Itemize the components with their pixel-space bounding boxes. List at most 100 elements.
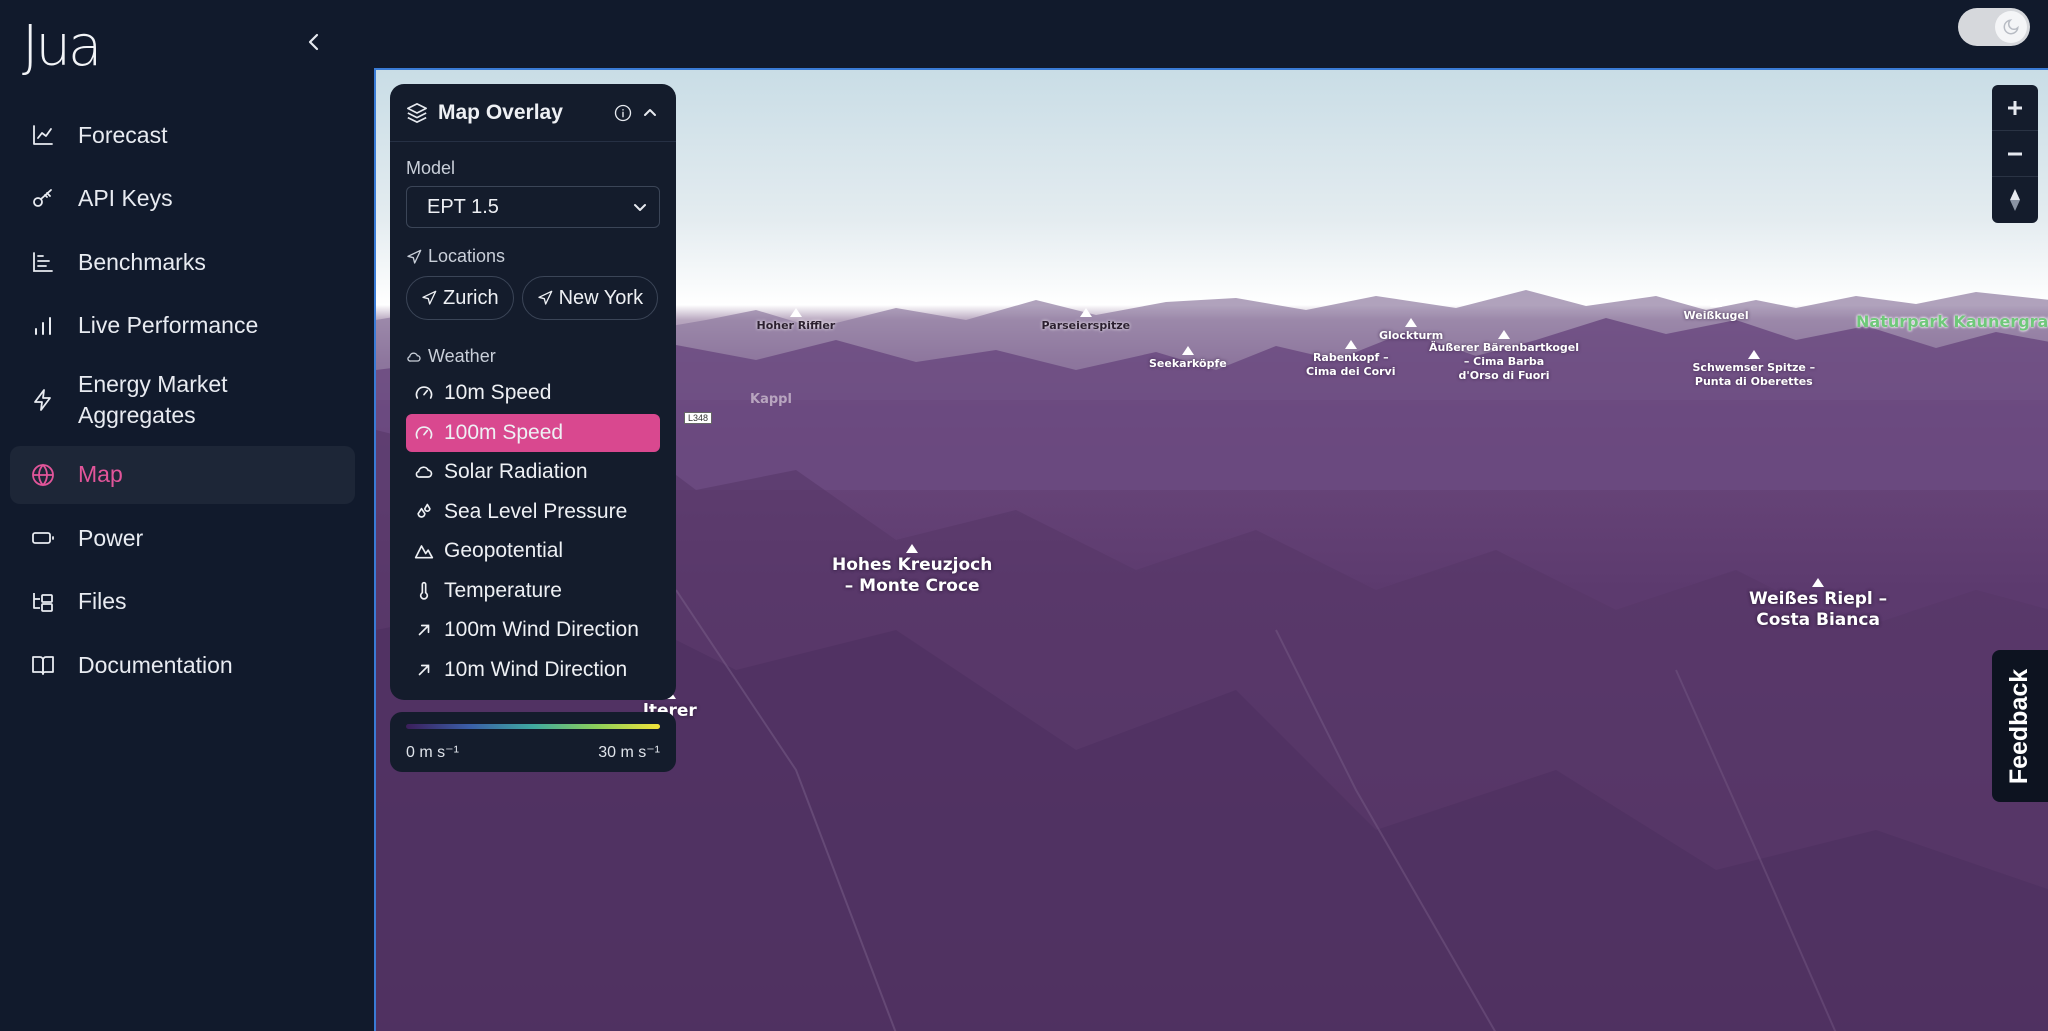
navigation-icon (407, 249, 422, 264)
sidebar-item-label: Documentation (78, 651, 233, 678)
location-label: Zurich (443, 286, 499, 309)
weather-item-label: Temperature (444, 578, 562, 602)
overlay-title: Map Overlay (438, 100, 563, 124)
weather-item-label: 100m Wind Direction (444, 618, 639, 641)
peak-icon (1405, 318, 1418, 327)
map-label-park: Naturpark Kaunergrat (1856, 312, 2048, 331)
model-select-value: EPT 1.5 (427, 195, 499, 218)
feedback-button[interactable]: Feedback (1992, 650, 2048, 802)
key-icon (30, 186, 56, 212)
color-legend: 0 m s⁻¹ 30 m s⁻¹ (390, 712, 676, 772)
feedback-label: Feedback (2005, 668, 2034, 784)
weather-item-solar-radiation[interactable]: Solar Radiation (406, 453, 660, 491)
sidebar-item-power[interactable]: Power (10, 509, 355, 567)
sidebar-item-label: Power (78, 524, 144, 551)
mountain-icon (414, 541, 434, 561)
location-button-zurich[interactable]: Zurich (406, 276, 514, 320)
weather-item-geopotential[interactable]: Geopotential (406, 532, 660, 570)
sidebar-item-label: API Keys (78, 185, 173, 211)
gauge-icon (414, 383, 434, 403)
sidebar-item-live-performance[interactable]: Live Performance (10, 297, 355, 355)
map-label-rabenkopf: Rabenkopf – Cima dei Corvi (1306, 340, 1396, 379)
sidebar-item-documentation[interactable]: Documentation (10, 636, 355, 694)
peak-icon (789, 308, 802, 317)
label-text: Hohes Kreuzjoch – Monte Croce (832, 555, 993, 597)
plus-icon (2008, 100, 2022, 115)
map-label-hoher-riffler: Hoher Riffler (756, 308, 836, 333)
chevron-up-icon[interactable] (642, 105, 658, 121)
weather-item-10m-speed[interactable]: 10m Speed (406, 374, 660, 412)
model-label: Model (406, 158, 456, 178)
gauge-icon (414, 423, 434, 443)
droplets-icon (414, 502, 434, 522)
app-logo[interactable]: Jua (22, 14, 102, 79)
peak-icon (1710, 298, 1723, 307)
peak-icon (1747, 350, 1760, 359)
weather-item-label: 100m Speed (444, 420, 564, 444)
sidebar-item-files[interactable]: Files (10, 573, 355, 631)
moon-icon (1995, 11, 2027, 43)
compass-button[interactable] (1992, 177, 2038, 223)
sidebar: Jua Forecast API Keys Benchmarks Live Pe… (0, 0, 372, 1031)
legend-min-label: 0 m s⁻¹ (406, 744, 459, 761)
map-label-parseierspitze: Parseierspitze (1041, 308, 1131, 333)
weather-item-label: Sea Level Pressure (444, 499, 628, 523)
weather-item-sea-level-pressure[interactable]: Sea Level Pressure (406, 493, 660, 531)
weather-item-100m-speed[interactable]: 100m Speed (406, 413, 660, 452)
sidebar-item-benchmarks[interactable]: Benchmarks (10, 233, 355, 291)
weather-item-temperature[interactable]: Temperature (406, 572, 660, 610)
weather-item-label: 10m Wind Direction (444, 657, 628, 681)
legend-max-label: 30 m s⁻¹ (598, 744, 660, 761)
globe-icon (30, 462, 56, 488)
thermometer-icon (414, 581, 434, 601)
zoom-out-button[interactable] (1992, 131, 2038, 177)
label-text: Weißkugel (1683, 309, 1749, 322)
weather-header: Weather (406, 346, 496, 367)
weather-item-10m-wind-direction[interactable]: 10m Wind Direction (406, 651, 660, 689)
overlay-header: Map Overlay (390, 84, 676, 142)
location-buttons: Zurich New York (406, 276, 659, 320)
sidebar-item-label: Files (78, 588, 127, 614)
peak-icon (906, 544, 919, 553)
peak-icon (1812, 578, 1825, 587)
map-label-hohes-kreuzjoch: Hohes Kreuzjoch – Monte Croce (832, 544, 992, 598)
zoom-in-button[interactable] (1992, 85, 2038, 131)
weather-item-label: Geopotential (444, 539, 564, 562)
folder-tree-icon (30, 589, 56, 615)
map-label-kappl: Kappl (750, 392, 792, 407)
chevron-down-icon (634, 204, 646, 211)
map-label-weisses-riepl: Weißes Riepl – Costa Bianca (1749, 578, 1887, 632)
peak-icon (1498, 330, 1511, 339)
collapse-sidebar-button[interactable] (300, 28, 328, 56)
label-text: Hoher Riffler (756, 319, 836, 332)
sidebar-item-api-keys[interactable]: API Keys (10, 170, 355, 228)
peak-icon (1181, 346, 1194, 355)
arrow-up-right-icon (414, 620, 434, 640)
cloud-icon (407, 352, 421, 362)
map-label-road: L348 (684, 412, 713, 424)
minus-icon (2008, 152, 2022, 155)
info-icon[interactable] (614, 104, 632, 122)
sidebar-item-label: Forecast (78, 121, 168, 148)
label-text: Parseierspitze (1041, 319, 1131, 332)
locations-header: Locations (406, 246, 505, 267)
weather-item-label: 10m Speed (444, 381, 552, 404)
sidebar-item-label: Live Performance (78, 312, 259, 338)
sidebar-item-forecast[interactable]: Forecast (10, 106, 355, 164)
sidebar-item-energy-market-aggregates[interactable]: Energy Market Aggregates (10, 360, 355, 440)
peak-icon (1079, 308, 1092, 317)
map-label-seekarkoepfe: Seekarköpfe (1149, 346, 1227, 371)
sidebar-nav: Forecast API Keys Benchmarks Live Perfor… (10, 106, 355, 700)
location-label: New York (558, 286, 644, 309)
cloud-icon (414, 462, 434, 482)
location-button-new-york[interactable]: New York (521, 276, 659, 320)
model-select[interactable]: EPT 1.5 (406, 186, 660, 228)
label-text: Seekarköpfe (1149, 357, 1227, 370)
book-icon (30, 652, 56, 678)
sidebar-item-label: Map (78, 461, 123, 487)
theme-toggle[interactable] (1958, 8, 2030, 46)
sidebar-item-map[interactable]: Map (10, 445, 355, 504)
lightning-icon (30, 387, 56, 413)
map-label-baerenbartkogel: Äußerer Bärenbartkogel – Cima Barba d'Or… (1429, 330, 1579, 382)
weather-item-100m-wind-direction[interactable]: 100m Wind Direction (406, 611, 660, 649)
